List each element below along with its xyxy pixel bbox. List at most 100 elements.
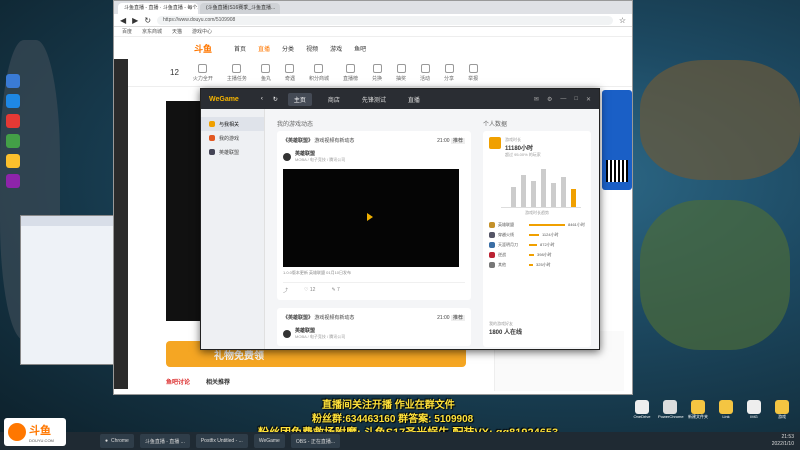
category-item[interactable]: 抽奖: [396, 63, 406, 82]
app-icon[interactable]: [6, 94, 20, 108]
forward-icon[interactable]: ▶: [132, 16, 138, 25]
sidebar-item-related[interactable]: 与我相关: [201, 117, 264, 131]
wegame-window[interactable]: WeGame ‹ ↻ 主页 商店 先锋测试 直播 ✉ ⚙ — □ ✕ 与我相关 …: [200, 88, 600, 350]
avatar: [283, 152, 291, 161]
desktop-icon[interactable]: 游戏: [770, 400, 794, 420]
chart-bar: [541, 169, 546, 207]
activity-icon: [420, 63, 430, 73]
app-icon[interactable]: [6, 74, 20, 88]
refresh-icon[interactable]: ↻: [273, 96, 278, 103]
category-item[interactable]: 活动: [420, 63, 430, 82]
nav-home[interactable]: 首页: [234, 44, 246, 53]
site-left-rail: [114, 59, 128, 389]
clock-icon: [489, 137, 501, 149]
play-icon[interactable]: [367, 213, 373, 221]
douyu-logo[interactable]: 斗鱼: [194, 42, 212, 55]
nav-fishbar[interactable]: 鱼吧: [354, 44, 366, 53]
back-icon[interactable]: ‹: [261, 96, 263, 102]
desktop-icon[interactable]: IMG: [742, 400, 766, 420]
mail-icon[interactable]: ✉: [534, 96, 539, 103]
category-item[interactable]: 兑换: [372, 63, 382, 82]
site-nav: 斗鱼 首页 直播 分类 视频 游戏 鱼吧: [114, 37, 632, 59]
address-bar-row: ◀ ▶ ↻ https://www.douyu.com/5109908 ☆: [114, 14, 632, 27]
wegame-tab-store[interactable]: 商店: [322, 93, 346, 106]
nav-video[interactable]: 视频: [306, 44, 318, 53]
bookmarks-bar: 百度 京东商城 天猫 游戏中心: [114, 27, 632, 37]
bookmark-item[interactable]: 京东商城: [142, 28, 162, 35]
wegame-tab-home[interactable]: 主页: [287, 92, 312, 106]
coin-icon: [261, 63, 271, 73]
feed-card[interactable]: 《英雄联盟》 游戏视频有新动态 21:00 推荐 英雄联盟 MOBA / 电子竞技…: [277, 131, 471, 300]
category-item[interactable]: 分享: [444, 63, 454, 82]
desktop-icon[interactable]: Link: [714, 400, 738, 420]
taskbar-item[interactable]: Postfix Untitled - ...: [195, 434, 248, 448]
game-row[interactable]: 穿越火线 1124小时: [489, 230, 585, 240]
taskbar-item[interactable]: ● Chrome: [100, 434, 134, 448]
island-decoration: [640, 60, 800, 180]
app-icon[interactable]: [6, 174, 20, 188]
back-icon[interactable]: ◀: [120, 16, 126, 25]
browser-tab[interactable]: (斗鱼直播)S16赛季_斗鱼直播...: [200, 3, 280, 14]
share-icon[interactable]: ⤴: [283, 287, 288, 294]
tab-fishbar-discussion[interactable]: 鱼吧讨论: [166, 377, 190, 386]
tag-badge: 推荐: [450, 138, 465, 144]
game-row[interactable]: 逆战 398小时: [489, 250, 585, 260]
wegame-tab-live[interactable]: 直播: [402, 93, 426, 106]
report-icon: [468, 63, 478, 73]
wegame-titlebar: WeGame ‹ ↻ 主页 商店 先锋测试 直播 ✉ ⚙ — □ ✕: [201, 89, 599, 109]
category-item[interactable]: 积分商城: [309, 63, 329, 82]
video-thumbnail[interactable]: [283, 169, 459, 267]
url-input[interactable]: https://www.douyu.com/5109908: [157, 15, 613, 25]
app-icon[interactable]: [6, 114, 20, 128]
star-icon[interactable]: ☆: [619, 16, 626, 25]
category-item[interactable]: 奇遇: [285, 63, 295, 82]
nav-category[interactable]: 分类: [282, 44, 294, 53]
category-item[interactable]: 主播任务: [227, 63, 247, 82]
taskbar-item[interactable]: WeGame: [253, 434, 285, 448]
desktop-icon[interactable]: PowerChrome: [658, 400, 684, 420]
category-item[interactable]: 直播榜: [343, 63, 358, 82]
category-item[interactable]: 举报: [468, 63, 478, 82]
sidebar-item-my-games[interactable]: 我的游戏: [201, 131, 264, 145]
game-row[interactable]: 天涯明月刀 872小时: [489, 240, 585, 250]
comment-button[interactable]: ✎ 7: [331, 287, 339, 294]
taskbar-item[interactable]: 斗鱼直播 - 直播 ...: [139, 434, 190, 448]
chart-bar: [561, 177, 566, 207]
browser-tab[interactable]: 斗鱼直播 - 直播 · 斗鱼直播 - 每个人的直播平台: [118, 3, 198, 14]
category-item[interactable]: 火力全开: [193, 63, 213, 82]
feed-card[interactable]: 《英雄联盟》 游戏视频有新动态 21:00 推荐 英雄联盟 MOBA / 电子竞技…: [277, 308, 471, 346]
bookmark-item[interactable]: 百度: [122, 28, 132, 35]
wegame-tab-beta[interactable]: 先锋测试: [356, 93, 392, 106]
bell-icon: [209, 121, 215, 127]
game-row[interactable]: 英雄联盟 8461小时: [489, 220, 585, 230]
app-icon[interactable]: [6, 134, 20, 148]
desktop-icon[interactable]: OneDrive: [630, 400, 654, 420]
bookmark-item[interactable]: 天猫: [172, 28, 182, 35]
app-icon[interactable]: [6, 154, 20, 168]
sidebar-item-lol[interactable]: 英雄联盟: [201, 145, 264, 159]
settings-icon[interactable]: ⚙: [547, 96, 552, 103]
game-row[interactable]: 其他 325小时: [489, 260, 585, 270]
minimize-icon[interactable]: —: [560, 96, 566, 103]
feed-list[interactable]: 《英雄联盟》 游戏视频有新动态 21:00 推荐 英雄联盟 MOBA / 电子竞技…: [277, 131, 471, 346]
qr-code: [606, 160, 628, 182]
wegame-logo: WeGame: [209, 95, 239, 103]
rank-icon: [345, 63, 355, 73]
task-icon: [232, 63, 242, 73]
nav-live[interactable]: 直播: [258, 44, 270, 53]
chrome-icon: ●: [105, 438, 109, 444]
system-clock[interactable]: 21:53 2022/1/10: [772, 434, 800, 448]
taskbar-item[interactable]: OBS - 正在直播...: [290, 434, 341, 448]
douyu-fish-icon: [8, 423, 26, 441]
nav-game[interactable]: 游戏: [330, 44, 342, 53]
maximize-icon[interactable]: □: [574, 96, 578, 103]
profile-title: 个人数据: [483, 122, 508, 128]
category-item[interactable]: 鱼丸: [261, 63, 271, 82]
close-icon[interactable]: ✕: [586, 96, 591, 103]
like-button[interactable]: ♡ 12: [304, 287, 315, 294]
desktop-icon[interactable]: 新建文件夹: [686, 400, 710, 420]
reload-icon[interactable]: ↻: [144, 16, 151, 25]
bookmark-item[interactable]: 游戏中心: [192, 28, 212, 35]
friends-panel[interactable]: 我的游戏好友 1800 人在线: [483, 317, 591, 347]
profile-panel: 游戏时长 11180小时 超过 95.00% 的玩家 游戏时长趋势 英雄联盟 84…: [483, 131, 591, 331]
